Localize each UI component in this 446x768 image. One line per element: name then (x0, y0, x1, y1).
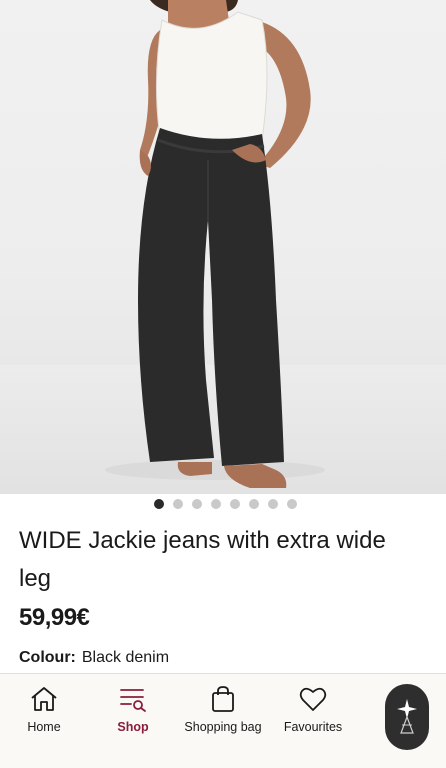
image-carousel-dots (0, 499, 446, 511)
carousel-dot[interactable] (286, 499, 297, 509)
model-illustration (105, 0, 325, 488)
shop-list-icon (118, 684, 148, 714)
nav-shop-label: Shop (117, 720, 149, 734)
nav-shop[interactable]: Shop (88, 674, 178, 768)
colour-label: Colour: (19, 649, 76, 666)
nav-favourites-label: Favourites (283, 720, 343, 734)
product-price: 59,99€ (19, 604, 90, 631)
carousel-dot[interactable] (153, 499, 164, 509)
product-title: WIDE Jackie jeans with extra wide leg (19, 527, 386, 592)
bottom-navigation: Home Shop Shopping bag Favourites (0, 673, 446, 768)
carousel-dot[interactable] (191, 499, 202, 509)
sparkle-logo-icon (392, 693, 422, 742)
shopping-bag-icon (208, 684, 238, 714)
home-icon (29, 684, 59, 714)
nav-favourites[interactable]: Favourites (268, 674, 358, 768)
heart-icon (298, 684, 328, 714)
colour-value: Black denim (81, 649, 170, 666)
nav-home[interactable]: Home (0, 674, 88, 768)
nav-shopping-bag[interactable]: Shopping bag (178, 674, 268, 768)
nav-shopping-bag-label: Shopping bag (184, 720, 262, 734)
carousel-dot[interactable] (172, 499, 183, 509)
nav-home-label: Home (27, 720, 61, 734)
carousel-dot[interactable] (210, 499, 221, 509)
product-colour: Colour: Black denim (19, 649, 169, 667)
carousel-dot[interactable] (267, 499, 278, 509)
assistant-button[interactable] (385, 684, 429, 750)
carousel-dot[interactable] (229, 499, 240, 509)
product-image[interactable] (0, 0, 446, 494)
carousel-dot[interactable] (248, 499, 259, 509)
